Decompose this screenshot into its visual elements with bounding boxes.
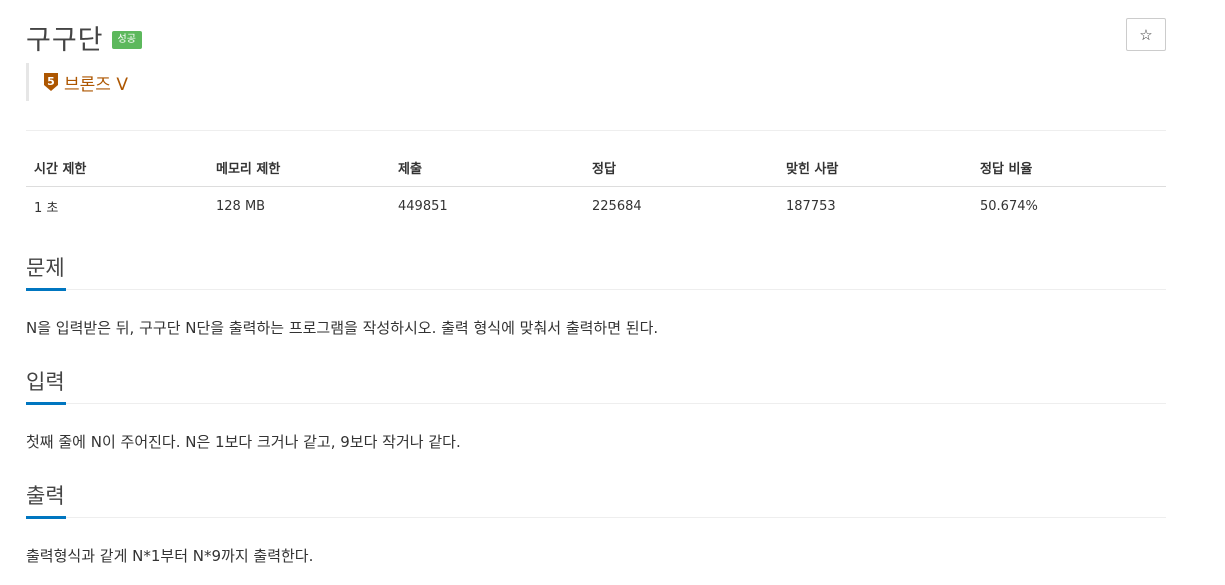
section-underline <box>26 516 66 519</box>
stats-memory-limit: 128 MB <box>216 199 266 214</box>
stats-submissions: 449851 <box>398 199 448 214</box>
output-description: 출력형식과 같게 N*1부터 N*9까지 출력한다. <box>26 547 314 565</box>
stats-value-row: 1 초 128 MB 449851 225684 187753 50.674% <box>26 187 1166 227</box>
stats-time-limit: 1 초 <box>34 201 59 216</box>
tier-label: 브론즈 V <box>64 74 128 95</box>
result-badge: 성공 <box>111 30 142 49</box>
input-description: 첫째 줄에 N이 주어진다. N은 1보다 크거나 같고, 9보다 작거나 같다… <box>26 433 461 451</box>
tier-info[interactable]: 5 브론즈 V <box>26 63 128 101</box>
tier-level: 5 <box>47 75 55 88</box>
stats-header-ratio: 정답 비율 <box>972 150 1166 187</box>
section-underline <box>26 402 66 405</box>
bronze-tier-icon: 5 <box>44 73 58 91</box>
stats-solvers: 187753 <box>786 199 836 214</box>
stats-header-accepted: 정답 <box>584 150 778 187</box>
stats-accepted: 225684 <box>592 199 642 214</box>
stats-header-memory-limit: 메모리 제한 <box>208 150 390 187</box>
header-divider <box>26 130 1166 131</box>
input-section: 입력 첫째 줄에 N이 주어진다. N은 1보다 크거나 같고, 9보다 작거나… <box>26 369 1166 453</box>
stats-header-submissions: 제출 <box>390 150 584 187</box>
stats-header-time-limit: 시간 제한 <box>26 150 208 187</box>
output-section-header: 출력 <box>26 483 1166 519</box>
star-icon: ☆ <box>1139 26 1153 44</box>
input-section-title: 입력 <box>26 370 65 394</box>
problem-title: 구구단 <box>26 25 104 56</box>
favorite-button[interactable]: ☆ <box>1126 18 1166 51</box>
problem-section-header: 문제 <box>26 255 1166 291</box>
stats-header-solvers: 맞힌 사람 <box>778 150 972 187</box>
stats-table: 시간 제한 메모리 제한 제출 정답 맞힌 사람 정답 비율 1 초 128 M… <box>26 150 1166 226</box>
section-underline <box>26 288 66 291</box>
problem-section: 문제 N을 입력받은 뒤, 구구단 N단을 출력하는 프로그램을 작성하시오. … <box>26 255 1166 339</box>
problem-description: N을 입력받은 뒤, 구구단 N단을 출력하는 프로그램을 작성하시오. 출력 … <box>26 319 659 337</box>
problem-section-title: 문제 <box>26 256 65 280</box>
problem-page: 구구단 성공 ☆ 5 브론즈 V 시간 제한 메모리 제한 제출 정답 맞힌 사… <box>0 0 1225 585</box>
stats-header-row: 시간 제한 메모리 제한 제출 정답 맞힌 사람 정답 비율 <box>26 150 1166 187</box>
stats-ratio: 50.674% <box>980 199 1038 214</box>
title-row: 구구단 성공 <box>26 18 142 57</box>
output-section: 출력 출력형식과 같게 N*1부터 N*9까지 출력한다. <box>26 483 1166 567</box>
input-section-header: 입력 <box>26 369 1166 405</box>
output-section-title: 출력 <box>26 484 65 508</box>
